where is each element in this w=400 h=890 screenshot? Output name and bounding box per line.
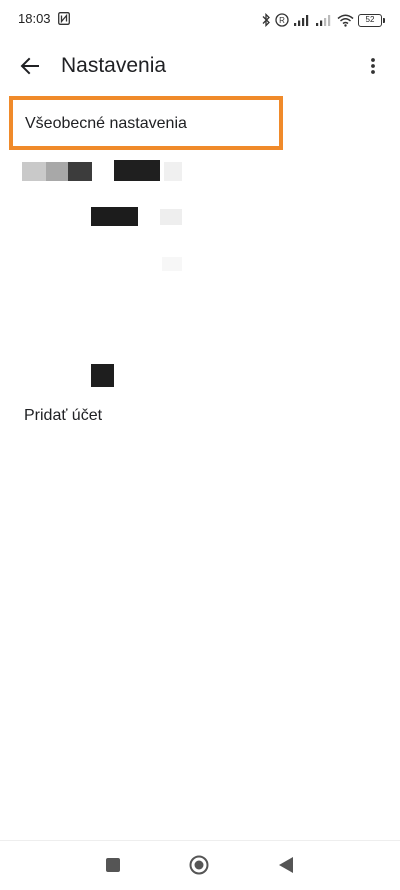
redacted-account-block — [114, 160, 160, 181]
redacted-account-block — [22, 162, 46, 181]
svg-text:R: R — [279, 16, 285, 25]
redacted-account-block — [91, 207, 138, 226]
more-options-button[interactable] — [358, 48, 388, 84]
recents-square-icon[interactable] — [106, 858, 120, 872]
status-icons: R 52 — [261, 10, 385, 30]
home-circle-icon[interactable] — [189, 855, 209, 875]
wifi-icon — [337, 14, 354, 27]
back-button[interactable] — [12, 48, 48, 84]
redacted-account-block — [68, 162, 92, 181]
add-account-item[interactable]: Pridať účet — [0, 396, 400, 436]
redacted-account-block — [160, 209, 182, 225]
nfc-icon — [58, 12, 70, 25]
redacted-account-block — [164, 162, 182, 181]
page-title: Nastavenia — [61, 54, 167, 77]
add-account-label: Pridať účet — [24, 407, 103, 424]
status-time: 18:03 — [18, 11, 51, 26]
bluetooth-icon — [262, 13, 270, 27]
battery-icon: 52 — [358, 13, 385, 27]
more-vert-icon — [371, 58, 375, 74]
general-settings-label: Všeobecné nastavenia — [25, 115, 187, 132]
redacted-account-block — [162, 257, 182, 271]
roaming-icon: R — [275, 13, 289, 27]
system-nav-bar — [0, 840, 400, 890]
app-bar: Nastavenia — [0, 40, 400, 92]
redacted-account-block — [46, 162, 68, 181]
signal-icon-2 — [316, 14, 331, 26]
back-triangle-icon[interactable] — [278, 856, 294, 874]
signal-icon — [294, 14, 309, 26]
redacted-account-block — [91, 364, 114, 387]
status-bar: 18:03 R 52 — [0, 0, 400, 40]
arrow-left-icon — [20, 57, 39, 75]
general-settings-item[interactable]: Všeobecné nastavenia — [9, 96, 283, 150]
